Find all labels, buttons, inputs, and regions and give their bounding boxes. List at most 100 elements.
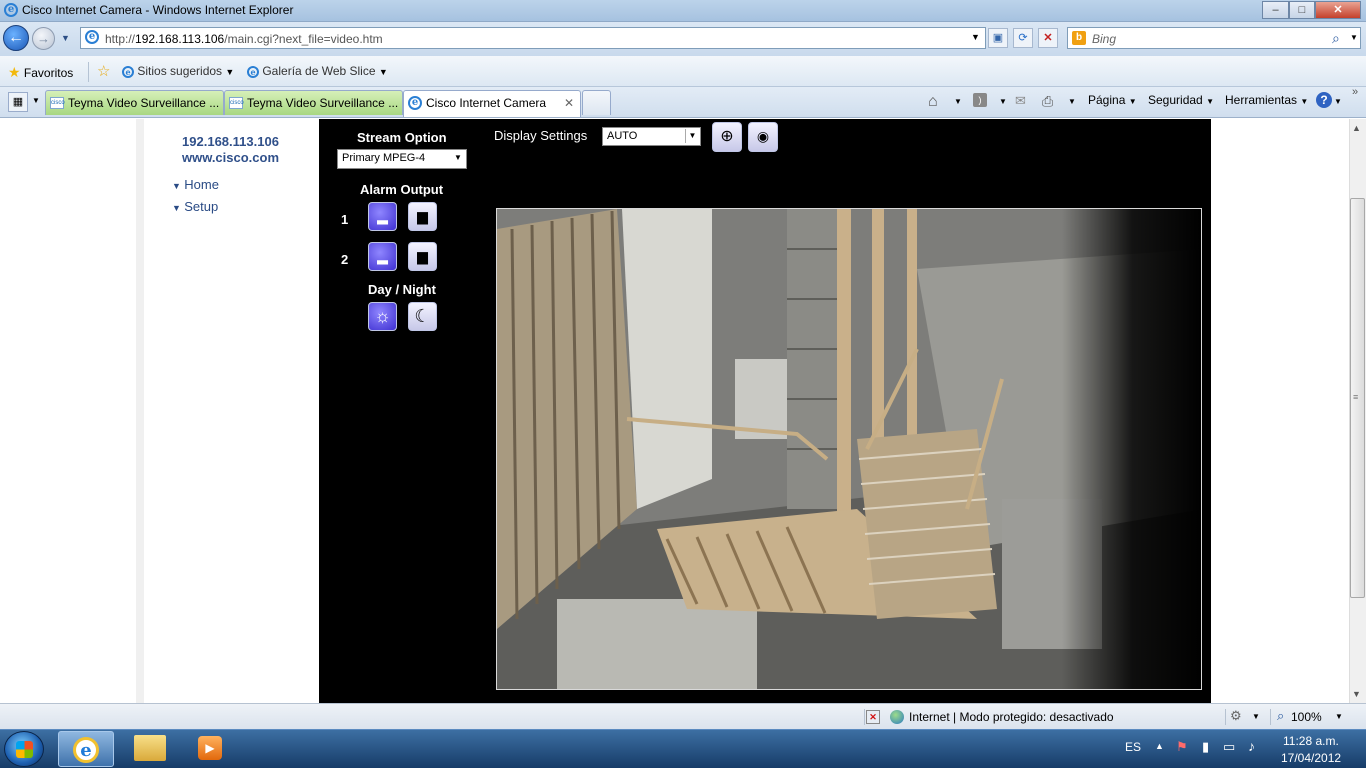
scroll-down-icon[interactable]: ▼ — [1352, 689, 1361, 699]
network-icon[interactable]: ▭ — [1223, 739, 1235, 755]
address-bar[interactable]: e http://192.168.113.106/main.cgi?next_f… — [80, 27, 986, 49]
zoom-dropdown-icon[interactable]: ▼ — [1335, 712, 1343, 721]
clock-time[interactable]: 11:28 a.m. — [1283, 734, 1339, 748]
home-dropdown-icon[interactable]: ▼ — [954, 97, 962, 106]
web-slice-gallery-link[interactable]: e Galería de Web Slice ▼ — [247, 64, 388, 78]
tab-teyma-1[interactable]: cisco Teyma Video Surveillance ... — [45, 90, 224, 115]
url-text[interactable]: http://192.168.113.106/main.cgi?next_fil… — [105, 32, 383, 46]
display-settings-select[interactable]: AUTO ▼ — [602, 127, 701, 146]
stream-option-select[interactable]: Primary MPEG-4 ▼ — [337, 149, 467, 169]
right-margin — [1211, 119, 1349, 703]
help-dropdown-icon[interactable]: ▼ — [1334, 97, 1342, 106]
grip-icon: ≡ — [1353, 392, 1359, 402]
refresh-icon[interactable]: ⟳ — [1013, 28, 1033, 48]
alarm-number-2: 2 — [341, 252, 349, 267]
status-bar — [0, 703, 1366, 729]
favorites-button[interactable]: ★ Favoritos — [8, 64, 73, 81]
start-button[interactable] — [4, 731, 44, 767]
ie-icon: e — [73, 737, 99, 763]
alarm-2-off-button[interactable]: ▆ — [408, 242, 437, 271]
quick-tabs-icon[interactable]: ▦ — [8, 92, 28, 112]
nav-home[interactable]: ▼ Home — [172, 177, 219, 192]
suggested-sites-link[interactable]: e Sitios sugeridos ▼ — [122, 64, 234, 78]
clock-date[interactable]: 17/04/2012 — [1281, 751, 1341, 765]
compatibility-view-icon[interactable]: ▣ — [988, 28, 1008, 48]
search-icon[interactable]: ⌕ — [1332, 30, 1340, 47]
cisco-icon: cisco — [50, 97, 65, 109]
feeds-icon[interactable]: ) — [973, 93, 987, 107]
ie-icon: e — [408, 96, 422, 110]
action-center-icon[interactable]: ⚑ — [1176, 739, 1188, 755]
home-icon[interactable]: ⌂ — [928, 93, 938, 111]
tab-cisco-camera[interactable]: e Cisco Internet Camera ✕ — [403, 90, 581, 117]
security-zone-text[interactable]: Internet | Modo protegido: desactivado — [909, 710, 1114, 724]
page-menu[interactable]: Página ▼ — [1088, 93, 1137, 107]
chevron-more-icon[interactable]: » — [1352, 86, 1358, 98]
alarm-1-on-button[interactable]: ▂ — [368, 202, 397, 231]
taskbar-ie-button[interactable]: e — [58, 731, 114, 767]
feeds-dropdown-icon[interactable]: ▼ — [999, 97, 1007, 106]
left-nav-panel — [136, 119, 319, 703]
nav-setup[interactable]: ▼ Setup — [172, 199, 218, 214]
blocked-content-icon[interactable]: ✕ — [866, 710, 880, 724]
day-mode-sun-icon[interactable]: ☼ — [368, 302, 397, 331]
windows-logo-icon — [16, 741, 33, 758]
alarm-number-1: 1 — [341, 212, 349, 227]
history-dropdown-icon[interactable]: ▼ — [61, 33, 70, 43]
help-icon[interactable]: ? — [1316, 92, 1332, 108]
forward-button[interactable]: → — [32, 27, 55, 50]
print-icon[interactable]: ⎙ — [1042, 93, 1053, 110]
explorer-folder-icon[interactable] — [134, 735, 166, 761]
window-title: Cisco Internet Camera - Windows Internet… — [22, 3, 294, 17]
search-dropdown-icon[interactable]: ▼ — [1350, 33, 1358, 42]
media-player-icon[interactable]: ▶ — [198, 736, 222, 760]
maximize-button[interactable]: □ — [1289, 1, 1315, 19]
title-bar: e Cisco Internet Camera - Windows Intern… — [0, 0, 1366, 22]
add-favorite-icon[interactable]: ☆ — [97, 62, 110, 80]
triangle-down-icon: ▼ — [172, 181, 181, 191]
zoom-icon[interactable]: ⊕ — [712, 122, 742, 152]
new-tab-button[interactable] — [582, 90, 611, 115]
star-icon: ★ — [8, 64, 21, 80]
volume-icon[interactable]: ♪ — [1248, 738, 1255, 754]
battery-icon[interactable]: ▮ — [1202, 739, 1209, 755]
addons-dropdown-icon[interactable]: ▼ — [1252, 712, 1260, 721]
language-indicator[interactable]: ES — [1125, 740, 1141, 754]
print-dropdown-icon[interactable]: ▼ — [1068, 97, 1076, 106]
page-ie-icon: e — [85, 30, 99, 44]
close-tab-icon[interactable]: ✕ — [564, 96, 574, 110]
display-settings-label: Display Settings — [494, 128, 588, 143]
alarm-2-on-button[interactable]: ▂ — [368, 242, 397, 271]
device-ip: 192.168.113.106 — [182, 134, 279, 149]
tools-menu[interactable]: Herramientas ▼ — [1225, 93, 1308, 107]
zoom-level[interactable]: 100% — [1291, 710, 1322, 724]
safety-menu[interactable]: Seguridad ▼ — [1148, 93, 1214, 107]
show-hidden-icons[interactable]: ▲ — [1155, 741, 1164, 751]
alarm-1-off-button[interactable]: ▆ — [408, 202, 437, 231]
divider — [1270, 709, 1271, 725]
close-button[interactable]: ✕ — [1315, 1, 1361, 19]
search-box[interactable]: b Bing ⌕ ▼ — [1067, 27, 1361, 49]
bing-icon: b — [1072, 31, 1086, 45]
minimize-button[interactable]: – — [1262, 1, 1289, 19]
video-feed[interactable] — [496, 208, 1202, 690]
search-placeholder: Bing — [1092, 32, 1117, 46]
chevron-down-icon: ▼ — [451, 151, 465, 165]
tab-teyma-2[interactable]: cisco Teyma Video Surveillance ... — [224, 90, 403, 115]
divider — [88, 62, 89, 82]
protected-mode-icon[interactable]: ⚙ — [1230, 708, 1242, 724]
scroll-up-icon[interactable]: ▲ — [1352, 123, 1361, 133]
cisco-site-link[interactable]: www.cisco.com — [139, 150, 322, 165]
address-dropdown-icon[interactable]: ▼ — [971, 32, 980, 42]
cisco-icon: cisco — [229, 97, 244, 109]
stop-icon[interactable]: ✕ — [1038, 28, 1058, 48]
back-button[interactable]: ← — [3, 25, 29, 51]
tab-list-dropdown-icon[interactable]: ▼ — [32, 96, 40, 105]
chevron-down-icon: ▼ — [685, 129, 699, 143]
ie-icon: e — [4, 3, 18, 17]
stream-option-label: Stream Option — [357, 130, 447, 145]
day-night-label: Day / Night — [368, 282, 436, 297]
night-mode-moon-icon[interactable]: ☾ — [408, 302, 437, 331]
mail-icon[interactable]: ✉ — [1015, 93, 1026, 109]
snapshot-camera-icon[interactable]: ◉ — [748, 122, 778, 152]
